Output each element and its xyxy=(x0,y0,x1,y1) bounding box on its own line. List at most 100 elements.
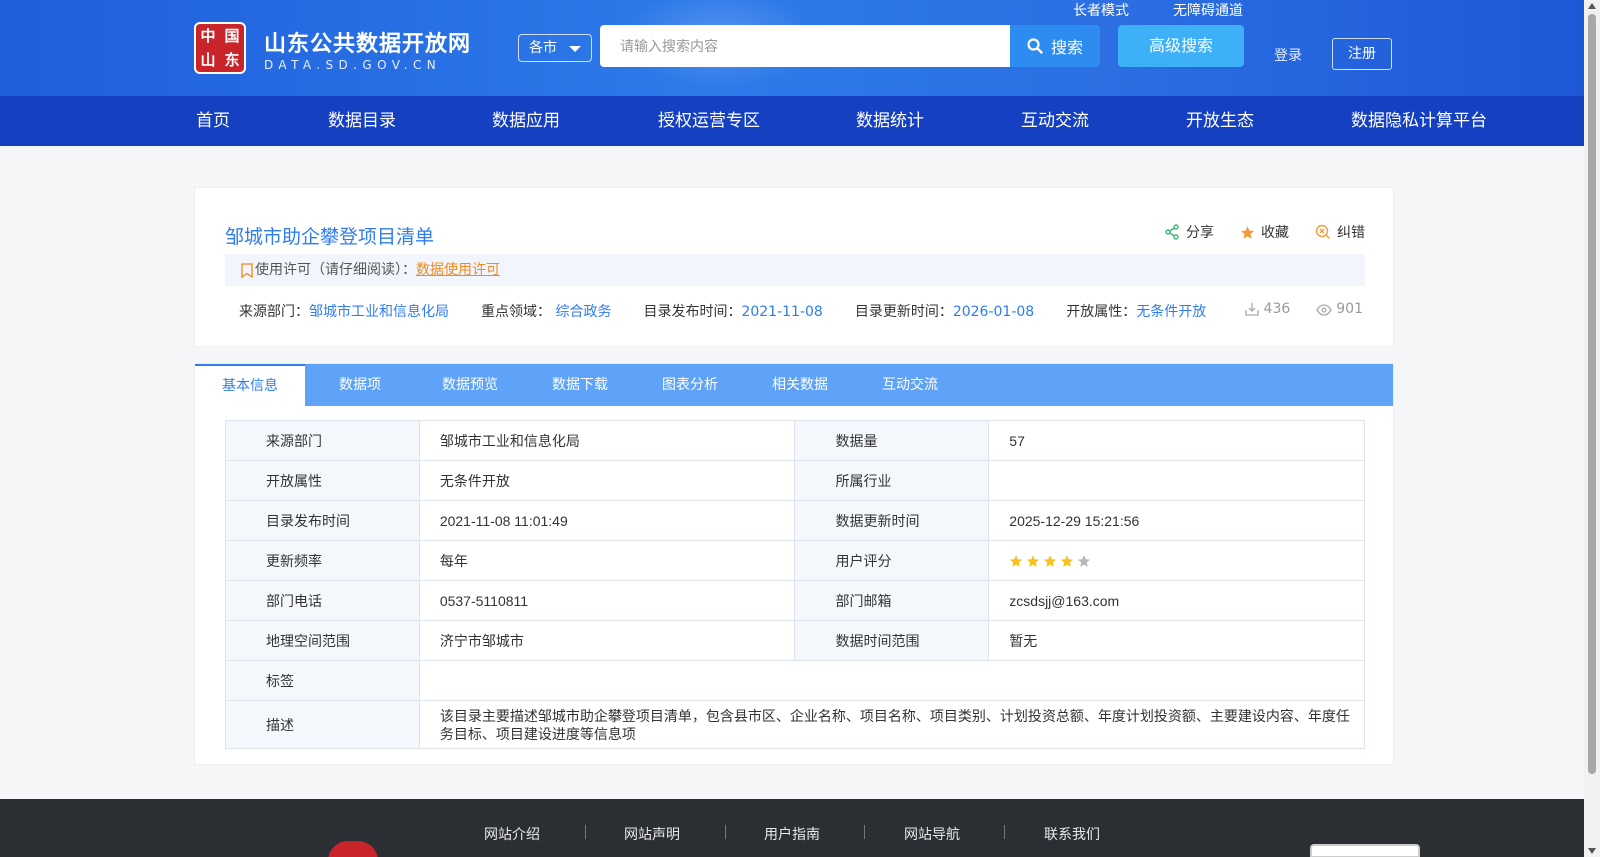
info-label: 数据量 xyxy=(794,420,990,461)
basic-info-table: 来源部门 邹城市工业和信息化局 数据量 57 开放属性 无条件开放 所属行业 目… xyxy=(225,420,1366,749)
scroll-down-icon[interactable] xyxy=(1588,848,1596,854)
info-value: 无条件开放 xyxy=(418,460,796,501)
info-value: 每年 xyxy=(418,540,796,581)
footer-link-sitemap[interactable]: 网站导航 xyxy=(904,824,960,844)
rating-star-icon[interactable] xyxy=(1043,554,1057,568)
share-label: 分享 xyxy=(1186,225,1214,241)
report-error-button[interactable]: 纠错 xyxy=(1315,222,1365,242)
main-nav: 首页 数据目录 数据应用 授权运营专区 数据统计 互动交流 开放生态 数据隐私计… xyxy=(0,96,1584,146)
tags-value xyxy=(418,660,1366,701)
tab-interaction[interactable]: 互动交流 xyxy=(855,364,965,406)
favorite-button[interactable]: 收藏 xyxy=(1240,222,1289,242)
footer-divider xyxy=(585,825,586,839)
register-button[interactable]: 注册 xyxy=(1332,38,1392,70)
table-row: 目录发布时间 2021-11-08 11:01:49 数据更新时间 2025-1… xyxy=(225,500,1365,541)
dataset-detail-panel: 基本信息 数据项 数据预览 数据下载 图表分析 相关数据 互动交流 来源部门 邹… xyxy=(194,363,1394,765)
site-domain: DATA.SD.GOV.CN xyxy=(264,58,442,72)
nav-item-statistics[interactable]: 数据统计 xyxy=(856,96,924,146)
footer-divider xyxy=(864,825,865,839)
site-logo-seal[interactable]: 中 国 山 东 xyxy=(194,22,246,74)
info-value xyxy=(988,460,1365,501)
info-label: 目录发布时间 xyxy=(225,500,420,541)
nav-item-apps[interactable]: 数据应用 xyxy=(492,96,560,146)
dataset-actions: 分享 收藏 纠错 xyxy=(1164,222,1365,242)
rating-star-icon[interactable] xyxy=(1077,554,1091,568)
star-icon xyxy=(1240,225,1255,239)
footer-link-contact[interactable]: 联系我们 xyxy=(1044,824,1100,844)
tab-data-items[interactable]: 数据项 xyxy=(305,364,415,406)
meta-published: 目录发布时间：2021-11-08 xyxy=(643,301,822,321)
caret-down-icon xyxy=(569,46,581,52)
info-label: 地理空间范围 xyxy=(225,620,420,661)
bookmark-icon xyxy=(241,262,253,278)
description-value: 该目录主要描述邹城市助企攀登项目清单，包含县市区、企业名称、项目名称、项目类别、… xyxy=(418,700,1366,749)
meta-open-value: 无条件开放 xyxy=(1136,304,1207,320)
rating-star-icon[interactable] xyxy=(1009,554,1023,568)
info-value: 0537-5110811 xyxy=(418,580,796,621)
tab-data-download[interactable]: 数据下载 xyxy=(525,364,635,406)
license-prefix: 使用许可（请仔细阅读）： xyxy=(255,262,416,278)
view-count-value: 901 xyxy=(1336,301,1363,317)
share-button[interactable]: 分享 xyxy=(1164,222,1214,242)
gov-badge-icon[interactable] xyxy=(1310,844,1420,857)
table-row: 部门电话 0537-5110811 部门邮箱 zcsdsjj@163.com xyxy=(225,580,1365,621)
scroll-up-icon[interactable] xyxy=(1588,3,1596,9)
meta-updated: 目录更新时间：2026-01-08 xyxy=(855,301,1034,321)
tab-chart-analysis[interactable]: 图表分析 xyxy=(635,364,745,406)
dataset-stats: 436 901 xyxy=(1244,301,1363,317)
dataset-meta-row: 来源部门：邹城市工业和信息化局 重点领域： 综合政务 目录发布时间：2021-1… xyxy=(239,301,1238,321)
info-value: zcsdsjj@163.com xyxy=(988,580,1365,621)
table-row: 标签 xyxy=(225,660,1366,701)
search-input[interactable] xyxy=(600,25,1010,67)
rating-stars[interactable] xyxy=(1009,554,1364,568)
city-select[interactable]: 各市 xyxy=(518,34,592,62)
site-title[interactable]: 山东公共数据开放网 xyxy=(264,26,471,58)
footer-divider xyxy=(725,825,726,839)
nav-item-ecosystem[interactable]: 开放生态 xyxy=(1186,96,1254,146)
meta-updated-label: 目录更新时间： xyxy=(854,304,953,320)
rating-star-icon[interactable] xyxy=(1026,554,1040,568)
site-header: 中 国 山 东 山东公共数据开放网 DATA.SD.GOV.CN 各市 搜索 高… xyxy=(0,0,1584,96)
table-row: 开放属性 无条件开放 所属行业 xyxy=(225,460,1365,501)
meta-domain-value[interactable]: 综合政务 xyxy=(555,304,611,320)
tab-basic-info[interactable]: 基本信息 xyxy=(195,364,305,406)
info-label: 数据时间范围 xyxy=(794,620,990,661)
nav-item-privacy-computing[interactable]: 数据隐私计算平台 xyxy=(1351,96,1487,146)
tab-data-preview[interactable]: 数据预览 xyxy=(415,364,525,406)
scrollbar-thumb[interactable] xyxy=(1588,14,1596,774)
favorite-label: 收藏 xyxy=(1261,225,1289,241)
rating-star-icon[interactable] xyxy=(1060,554,1074,568)
footer-link-statement[interactable]: 网站声明 xyxy=(624,824,680,844)
accessibility-link[interactable]: 无障碍通道 xyxy=(1173,0,1243,20)
info-value: 2021-11-08 11:01:49 xyxy=(418,500,796,541)
elder-mode-link[interactable]: 长者模式 xyxy=(1073,0,1129,20)
advanced-search-button[interactable]: 高级搜索 xyxy=(1118,25,1244,67)
meta-source-value[interactable]: 邹城市工业和信息化局 xyxy=(309,304,449,320)
info-label: 描述 xyxy=(225,700,420,749)
info-label: 部门邮箱 xyxy=(794,580,990,621)
dataset-title: 邹城市助企攀登项目清单 xyxy=(225,226,435,248)
info-value: 暂无 xyxy=(988,620,1365,661)
search-button[interactable]: 搜索 xyxy=(1010,25,1100,67)
license-link[interactable]: 数据使用许可 xyxy=(416,254,500,286)
meta-domain-label: 重点领域： xyxy=(481,304,551,320)
meta-updated-value: 2026-01-08 xyxy=(952,304,1035,320)
info-label: 开放属性 xyxy=(225,460,420,501)
info-label: 所属行业 xyxy=(794,460,990,501)
nav-item-authorized-ops[interactable]: 授权运营专区 xyxy=(658,96,760,146)
info-label: 部门电话 xyxy=(225,580,420,621)
nav-item-home[interactable]: 首页 xyxy=(196,96,230,146)
info-value: 2025-12-29 15:21:56 xyxy=(988,500,1365,541)
tab-related-data[interactable]: 相关数据 xyxy=(745,364,855,406)
user-rating[interactable] xyxy=(988,540,1365,581)
nav-item-catalog[interactable]: 数据目录 xyxy=(328,96,396,146)
footer-link-about[interactable]: 网站介绍 xyxy=(484,824,540,844)
footer-link-guide[interactable]: 用户指南 xyxy=(764,824,820,844)
info-label: 数据更新时间 xyxy=(794,500,990,541)
meta-published-label: 目录发布时间： xyxy=(643,304,742,320)
login-link[interactable]: 登录 xyxy=(1274,45,1302,65)
page-scrollbar[interactable] xyxy=(1584,0,1600,857)
nav-item-interaction[interactable]: 互动交流 xyxy=(1021,96,1089,146)
city-select-value: 各市 xyxy=(529,40,557,56)
table-row: 地理空间范围 济宁市邹城市 数据时间范围 暂无 xyxy=(225,620,1365,661)
